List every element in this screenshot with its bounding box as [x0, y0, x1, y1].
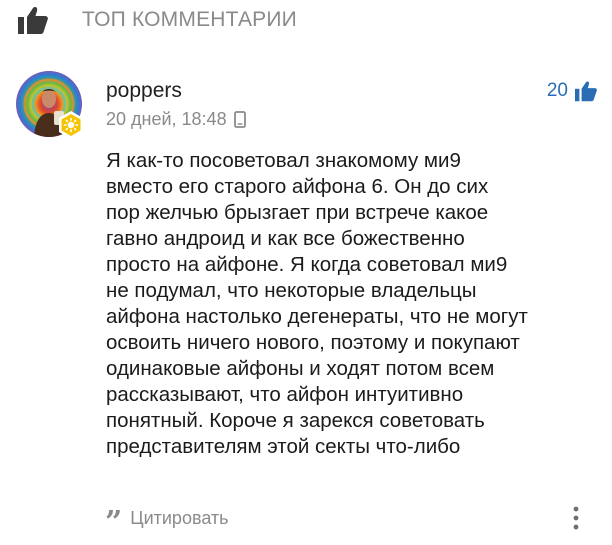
like-count: 20: [546, 80, 568, 101]
like-button[interactable]: 20: [547, 78, 598, 104]
comments-panel: ТОП КОММЕНТАРИИ poppers 20 дней, 18:48 2…: [0, 0, 612, 545]
more-vertical-icon[interactable]: [571, 505, 581, 531]
quote-button[interactable]: ” Цитировать: [105, 505, 229, 531]
badge-icon: [59, 111, 83, 139]
thumbs-up-icon: [575, 81, 597, 102]
thumbs-up-icon: [18, 7, 48, 34]
comment-timestamp: 20 дней, 18:48: [106, 109, 227, 129]
section-header: ТОП КОММЕНТАРИИ: [0, 0, 612, 40]
quote-icon: ”: [105, 510, 123, 530]
comment-author[interactable]: poppers: [106, 79, 182, 103]
phone-icon: [233, 110, 246, 128]
quote-label: Цитировать: [130, 508, 229, 528]
comment-body: Я как-то посоветовал знакомому ми9 вмест…: [106, 149, 528, 458]
comment-meta: 20 дней, 18:48: [106, 107, 246, 131]
section-title: ТОП КОММЕНТАРИИ: [82, 8, 297, 31]
